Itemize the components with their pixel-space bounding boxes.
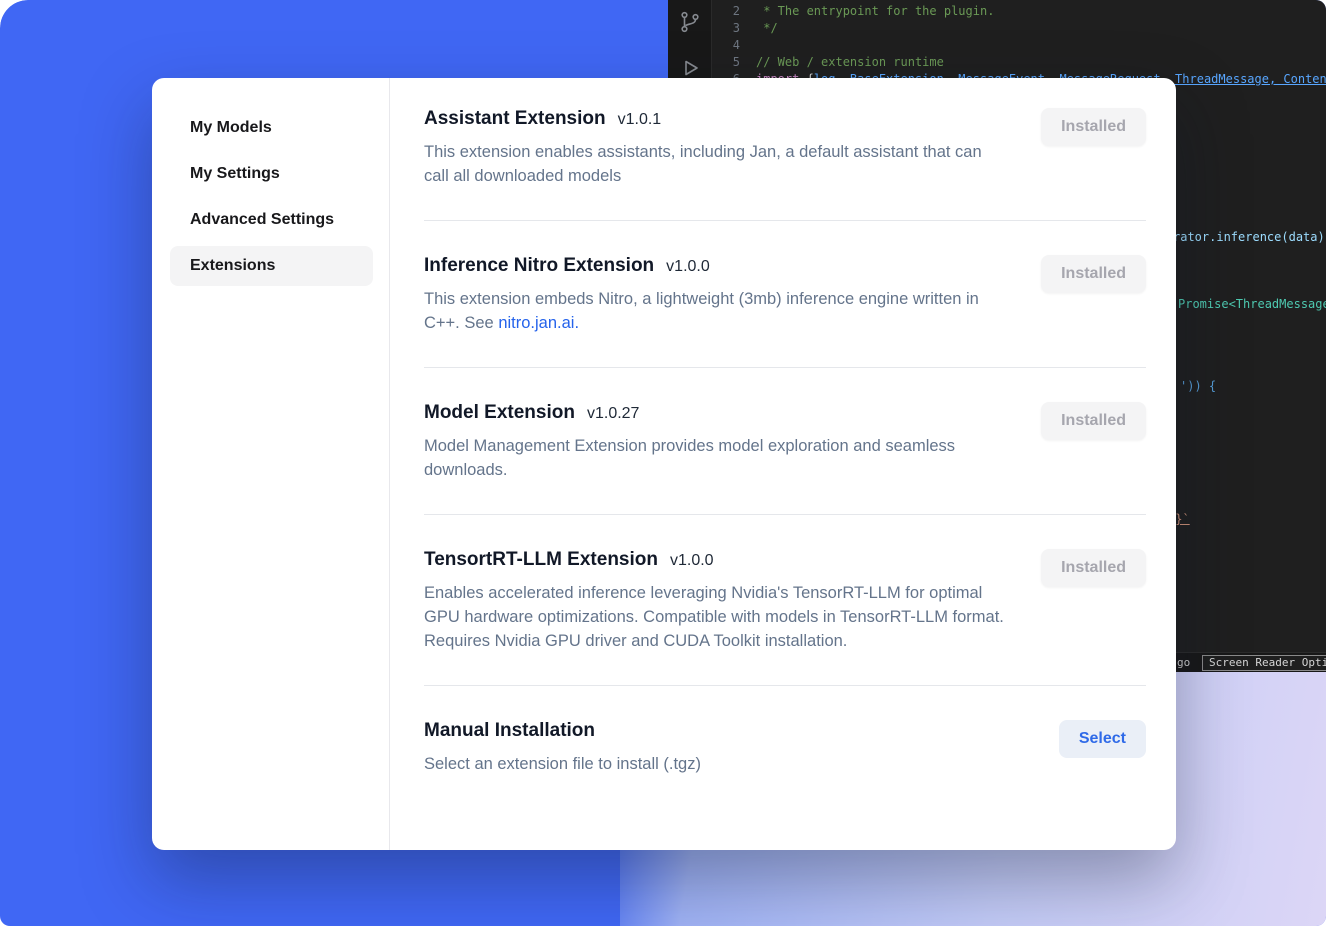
- installed-button[interactable]: Installed: [1041, 402, 1146, 440]
- editor-code-area: 2 * The entrypoint for the plugin. 3 */ …: [712, 3, 1326, 88]
- line-number: 3: [712, 20, 740, 37]
- separator: [424, 367, 1146, 368]
- code-line: 2 * The entrypoint for the plugin.: [712, 3, 1326, 20]
- extensions-list: Assistant Extension v1.0.1 This extensio…: [390, 78, 1176, 850]
- extension-title: TensortRT-LLM Extension: [424, 549, 658, 571]
- settings-sidebar: My Models My Settings Advanced Settings …: [152, 78, 390, 850]
- extension-version: v1.0.27: [587, 405, 639, 423]
- line-number: 4: [712, 37, 740, 54]
- extension-info: Inference Nitro Extension v1.0.0 This ex…: [424, 255, 1008, 335]
- extension-title-row: Manual Installation: [424, 720, 1008, 742]
- separator: [424, 220, 1146, 221]
- nitro-jan-ai-link[interactable]: nitro.jan.ai.: [498, 314, 579, 332]
- sidebar-item-my-settings[interactable]: My Settings: [170, 154, 373, 194]
- extension-info: Manual Installation Select an extension …: [424, 720, 1008, 776]
- extension-title-row: TensortRT-LLM Extension v1.0.0: [424, 549, 1008, 571]
- sidebar-item-advanced-settings[interactable]: Advanced Settings: [170, 200, 373, 240]
- source-control-icon: [678, 10, 702, 34]
- extension-title-row: Model Extension v1.0.27: [424, 402, 1008, 424]
- extension-info: TensortRT-LLM Extension v1.0.0 Enables a…: [424, 549, 1008, 653]
- extension-section-model: Model Extension v1.0.27 Model Management…: [424, 402, 1146, 482]
- sidebar-item-my-models[interactable]: My Models: [170, 108, 373, 148]
- extension-section-tensorrt: TensortRT-LLM Extension v1.0.0 Enables a…: [424, 549, 1146, 653]
- installed-button[interactable]: Installed: [1041, 549, 1146, 587]
- settings-modal: My Models My Settings Advanced Settings …: [152, 78, 1176, 850]
- extension-info: Assistant Extension v1.0.1 This extensio…: [424, 108, 1008, 188]
- extension-title: Inference Nitro Extension: [424, 255, 654, 277]
- extension-title: Manual Installation: [424, 720, 595, 742]
- extension-title: Model Extension: [424, 402, 575, 424]
- statusbar-text: go: [1177, 656, 1190, 669]
- sidebar-item-extensions[interactable]: Extensions: [170, 246, 373, 286]
- extension-version: v1.0.0: [666, 258, 710, 276]
- code-line: 5 // Web / extension runtime: [712, 54, 1326, 71]
- run-debug-icon: [678, 56, 702, 80]
- extension-section-assistant: Assistant Extension v1.0.1 This extensio…: [424, 108, 1146, 188]
- separator: [424, 685, 1146, 686]
- code-text: * The entrypoint for the plugin.: [740, 3, 994, 20]
- extension-description: Select an extension file to install (.tg…: [424, 752, 1008, 776]
- code-text: // Web / extension runtime: [740, 54, 944, 71]
- extension-title-row: Assistant Extension v1.0.1: [424, 108, 1008, 130]
- extension-version: v1.0.1: [618, 111, 662, 129]
- extension-description: Model Management Extension provides mode…: [424, 434, 1008, 482]
- code-text: */: [740, 20, 778, 37]
- code-line: 4: [712, 37, 1326, 54]
- extension-description: This extension enables assistants, inclu…: [424, 140, 1008, 188]
- line-number: 5: [712, 54, 740, 71]
- screen-reader-badge: Screen Reader Optimize: [1202, 655, 1326, 671]
- extension-info: Model Extension v1.0.27 Model Management…: [424, 402, 1008, 482]
- code-fragment: Promise<ThreadMessage>: [1178, 296, 1326, 313]
- code-line: 3 */: [712, 20, 1326, 37]
- line-number: 2: [712, 3, 740, 20]
- extension-section-nitro: Inference Nitro Extension v1.0.0 This ex…: [424, 255, 1146, 335]
- extension-description: This extension embeds Nitro, a lightweig…: [424, 287, 1008, 335]
- installed-button[interactable]: Installed: [1041, 255, 1146, 293]
- extension-description: Enables accelerated inference leveraging…: [424, 581, 1008, 653]
- separator: [424, 514, 1146, 515]
- select-button[interactable]: Select: [1059, 720, 1146, 758]
- extension-version: v1.0.0: [670, 552, 714, 570]
- manual-installation-section: Manual Installation Select an extension …: [424, 720, 1146, 776]
- extension-title: Assistant Extension: [424, 108, 606, 130]
- installed-button[interactable]: Installed: [1041, 108, 1146, 146]
- page: 2 * The entrypoint for the plugin. 3 */ …: [0, 0, 1326, 926]
- code-fragment: rator.inference(data));: [1173, 229, 1326, 246]
- code-fragment: ')) {: [1180, 378, 1216, 395]
- code-text: [740, 37, 756, 54]
- extension-title-row: Inference Nitro Extension v1.0.0: [424, 255, 1008, 277]
